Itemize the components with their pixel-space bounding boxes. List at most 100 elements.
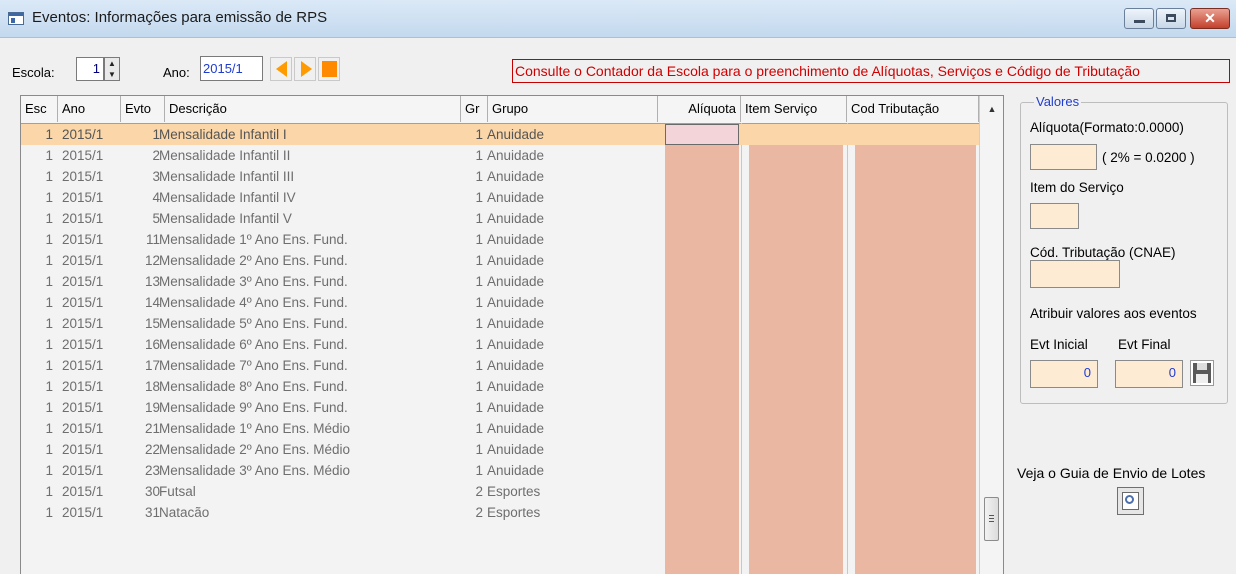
cell-grupo: Anuidade [487,253,545,268]
cell-descricao: Natacão [159,505,210,520]
cell-esc: 1 [45,295,53,310]
aliquota-input[interactable] [1030,144,1097,170]
table-row[interactable]: 1 2015/1 15 Mensalidade 5º Ano Ens. Fund. 1 A… [21,313,979,334]
minimize-button[interactable] [1124,8,1154,29]
spin-up-icon[interactable]: ▲ [105,58,119,69]
table-row[interactable]: 1 2015/1 23 Mensalidade 3º Ano Ens. Médio 1 A… [21,460,979,481]
cell-descricao: Mensalidade 7º Ano Ens. Fund. [159,358,348,373]
cell-esc: 1 [45,253,53,268]
header-esc[interactable]: Esc [21,96,58,122]
header-aliquota[interactable]: Alíquota [658,96,741,122]
cell-esc: 1 [45,232,53,247]
table-row[interactable]: 1 2015/1 12 Mensalidade 2º Ano Ens. Fund. 1 A… [21,250,979,271]
cell-ano: 2015/1 [62,484,104,499]
cell-grupo: Anuidade [487,316,545,331]
next-button[interactable] [294,57,316,81]
cell-descricao: Mensalidade Infantil IV [159,190,296,205]
table-row[interactable]: 1 2015/1 11 Mensalidade 1º Ano Ens. Fund. 1 A… [21,229,979,250]
stop-button[interactable] [318,57,340,81]
cell-esc: 1 [45,400,53,415]
cod-tributacao-input[interactable] [1030,260,1120,288]
table-row[interactable]: 1 2015/1 19 Mensalidade 9º Ano Ens. Fund. 1 A… [21,397,979,418]
contador-notice: Consulte o Contador da Escola para o pre… [512,59,1230,83]
cell-ano: 2015/1 [62,169,104,184]
header-ano[interactable]: Ano [58,96,121,122]
header-gr[interactable]: Gr [461,96,488,122]
table-row[interactable]: 1 2015/1 5 Mensalidade Infantil V 1 Anuidade [21,208,979,229]
header-grupo[interactable]: Grupo [488,96,658,122]
table-row[interactable]: 1 2015/1 30 Futsal 2 Esportes [21,481,979,502]
cell-esc: 1 [45,148,53,163]
table-row[interactable]: 1 2015/1 31 Natacão 2 Esportes [21,502,979,523]
table-row[interactable]: 1 2015/1 14 Mensalidade 4º Ano Ens. Fund. 1 A… [21,292,979,313]
atribuir-label: Atribuir valores aos eventos [1030,306,1197,321]
escola-input[interactable]: 1 [76,57,104,81]
table-row[interactable]: 1 2015/1 18 Mensalidade 8º Ano Ens. Fund. 1 A… [21,376,979,397]
evt-final-label: Evt Final [1118,337,1171,352]
cell-esc: 1 [45,169,53,184]
item-servico-label: Item do Serviço [1030,180,1124,195]
cell-grupo: Anuidade [487,148,545,163]
cell-esc: 1 [45,421,53,436]
floppy-disk-icon [1193,363,1211,383]
close-button[interactable]: ✕ [1190,8,1230,29]
evt-inicial-input[interactable]: 0 [1030,360,1098,388]
cell-grupo: Anuidade [487,295,545,310]
cell-grupo: Anuidade [487,379,545,394]
cell-descricao: Mensalidade 1º Ano Ens. Médio [159,421,351,436]
cell-ano: 2015/1 [62,127,104,142]
ano-input[interactable]: 2015/1 [200,56,263,81]
app-window-icon[interactable] [8,12,24,25]
cell-descricao: Mensalidade 1º Ano Ens. Fund. [159,232,348,247]
header-cod-tributacao[interactable]: Cod Tributação [847,96,979,122]
cell-descricao: Futsal [159,484,196,499]
cell-esc: 1 [45,463,53,478]
title-bar: Eventos: Informações para emissão de RPS… [0,0,1236,38]
table-row[interactable]: 1 2015/1 21 Mensalidade 1º Ano Ens. Médio 1 A… [21,418,979,439]
spin-down-icon[interactable]: ▼ [105,69,119,80]
header-descricao[interactable]: Descrição [165,96,461,122]
window-title: Eventos: Informações para emissão de RPS [32,9,328,26]
item-servico-input[interactable] [1030,203,1079,229]
cell-ano: 2015/1 [62,274,104,289]
table-row[interactable]: 1 2015/1 17 Mensalidade 7º Ano Ens. Fund. 1 A… [21,355,979,376]
evt-final-input[interactable]: 0 [1115,360,1183,388]
cell-esc: 1 [45,484,53,499]
cell-grupo: Anuidade [487,463,545,478]
save-button[interactable] [1190,360,1214,386]
ano-label: Ano: [163,65,190,80]
cell-ano: 2015/1 [62,442,104,457]
close-icon: ✕ [1204,10,1216,26]
scrollbar-thumb[interactable] [984,497,999,541]
cell-grupo: Anuidade [487,358,545,373]
cell-esc: 1 [45,274,53,289]
cell-ano: 2015/1 [62,505,104,520]
cell-ano: 2015/1 [62,421,104,436]
cell-esc: 1 [45,358,53,373]
table-row[interactable]: 1 2015/1 2 Mensalidade Infantil II 1 Anuidade [21,145,979,166]
vertical-scrollbar[interactable]: ▲ [979,96,1003,574]
cell-descricao: Mensalidade 2º Ano Ens. Fund. [159,253,348,268]
table-row[interactable]: 1 2015/1 3 Mensalidade Infantil III 1 Anuidad… [21,166,979,187]
cell-descricao: Mensalidade 9º Ano Ens. Fund. [159,400,348,415]
table-row[interactable]: 1 2015/1 13 Mensalidade 3º Ano Ens. Fund. 1 A… [21,271,979,292]
table-row[interactable]: 1 2015/1 1 Mensalidade Infantil I 1 Anuidade [21,124,979,145]
cell-esc: 1 [45,379,53,394]
table-row[interactable]: 1 2015/1 22 Mensalidade 2º Ano Ens. Médio 1 A… [21,439,979,460]
cod-tributacao-label: Cód. Tributação (CNAE) [1030,245,1176,260]
minimize-icon [1134,20,1145,23]
table-row[interactable]: 1 2015/1 4 Mensalidade Infantil IV 1 Anuidade [21,187,979,208]
table-row[interactable]: 1 2015/1 16 Mensalidade 6º Ano Ens. Fund. 1 A… [21,334,979,355]
guia-button[interactable] [1117,487,1144,515]
scroll-up-arrow-icon[interactable]: ▲ [980,96,1003,123]
current-aliquota-cell[interactable] [665,124,739,145]
header-item-servico[interactable]: Item Serviço [741,96,847,122]
cell-grupo: Anuidade [487,169,545,184]
header-evto[interactable]: Evto [121,96,165,122]
events-grid[interactable]: Esc Ano Evto Descrição Gr Grupo Alíquota… [20,95,1004,574]
previous-button[interactable] [270,57,292,81]
cell-descricao: Mensalidade 4º Ano Ens. Fund. [159,295,348,310]
maximize-button[interactable] [1156,8,1186,29]
escola-spinner[interactable]: ▲ ▼ [104,57,120,81]
cell-grupo: Anuidade [487,232,545,247]
